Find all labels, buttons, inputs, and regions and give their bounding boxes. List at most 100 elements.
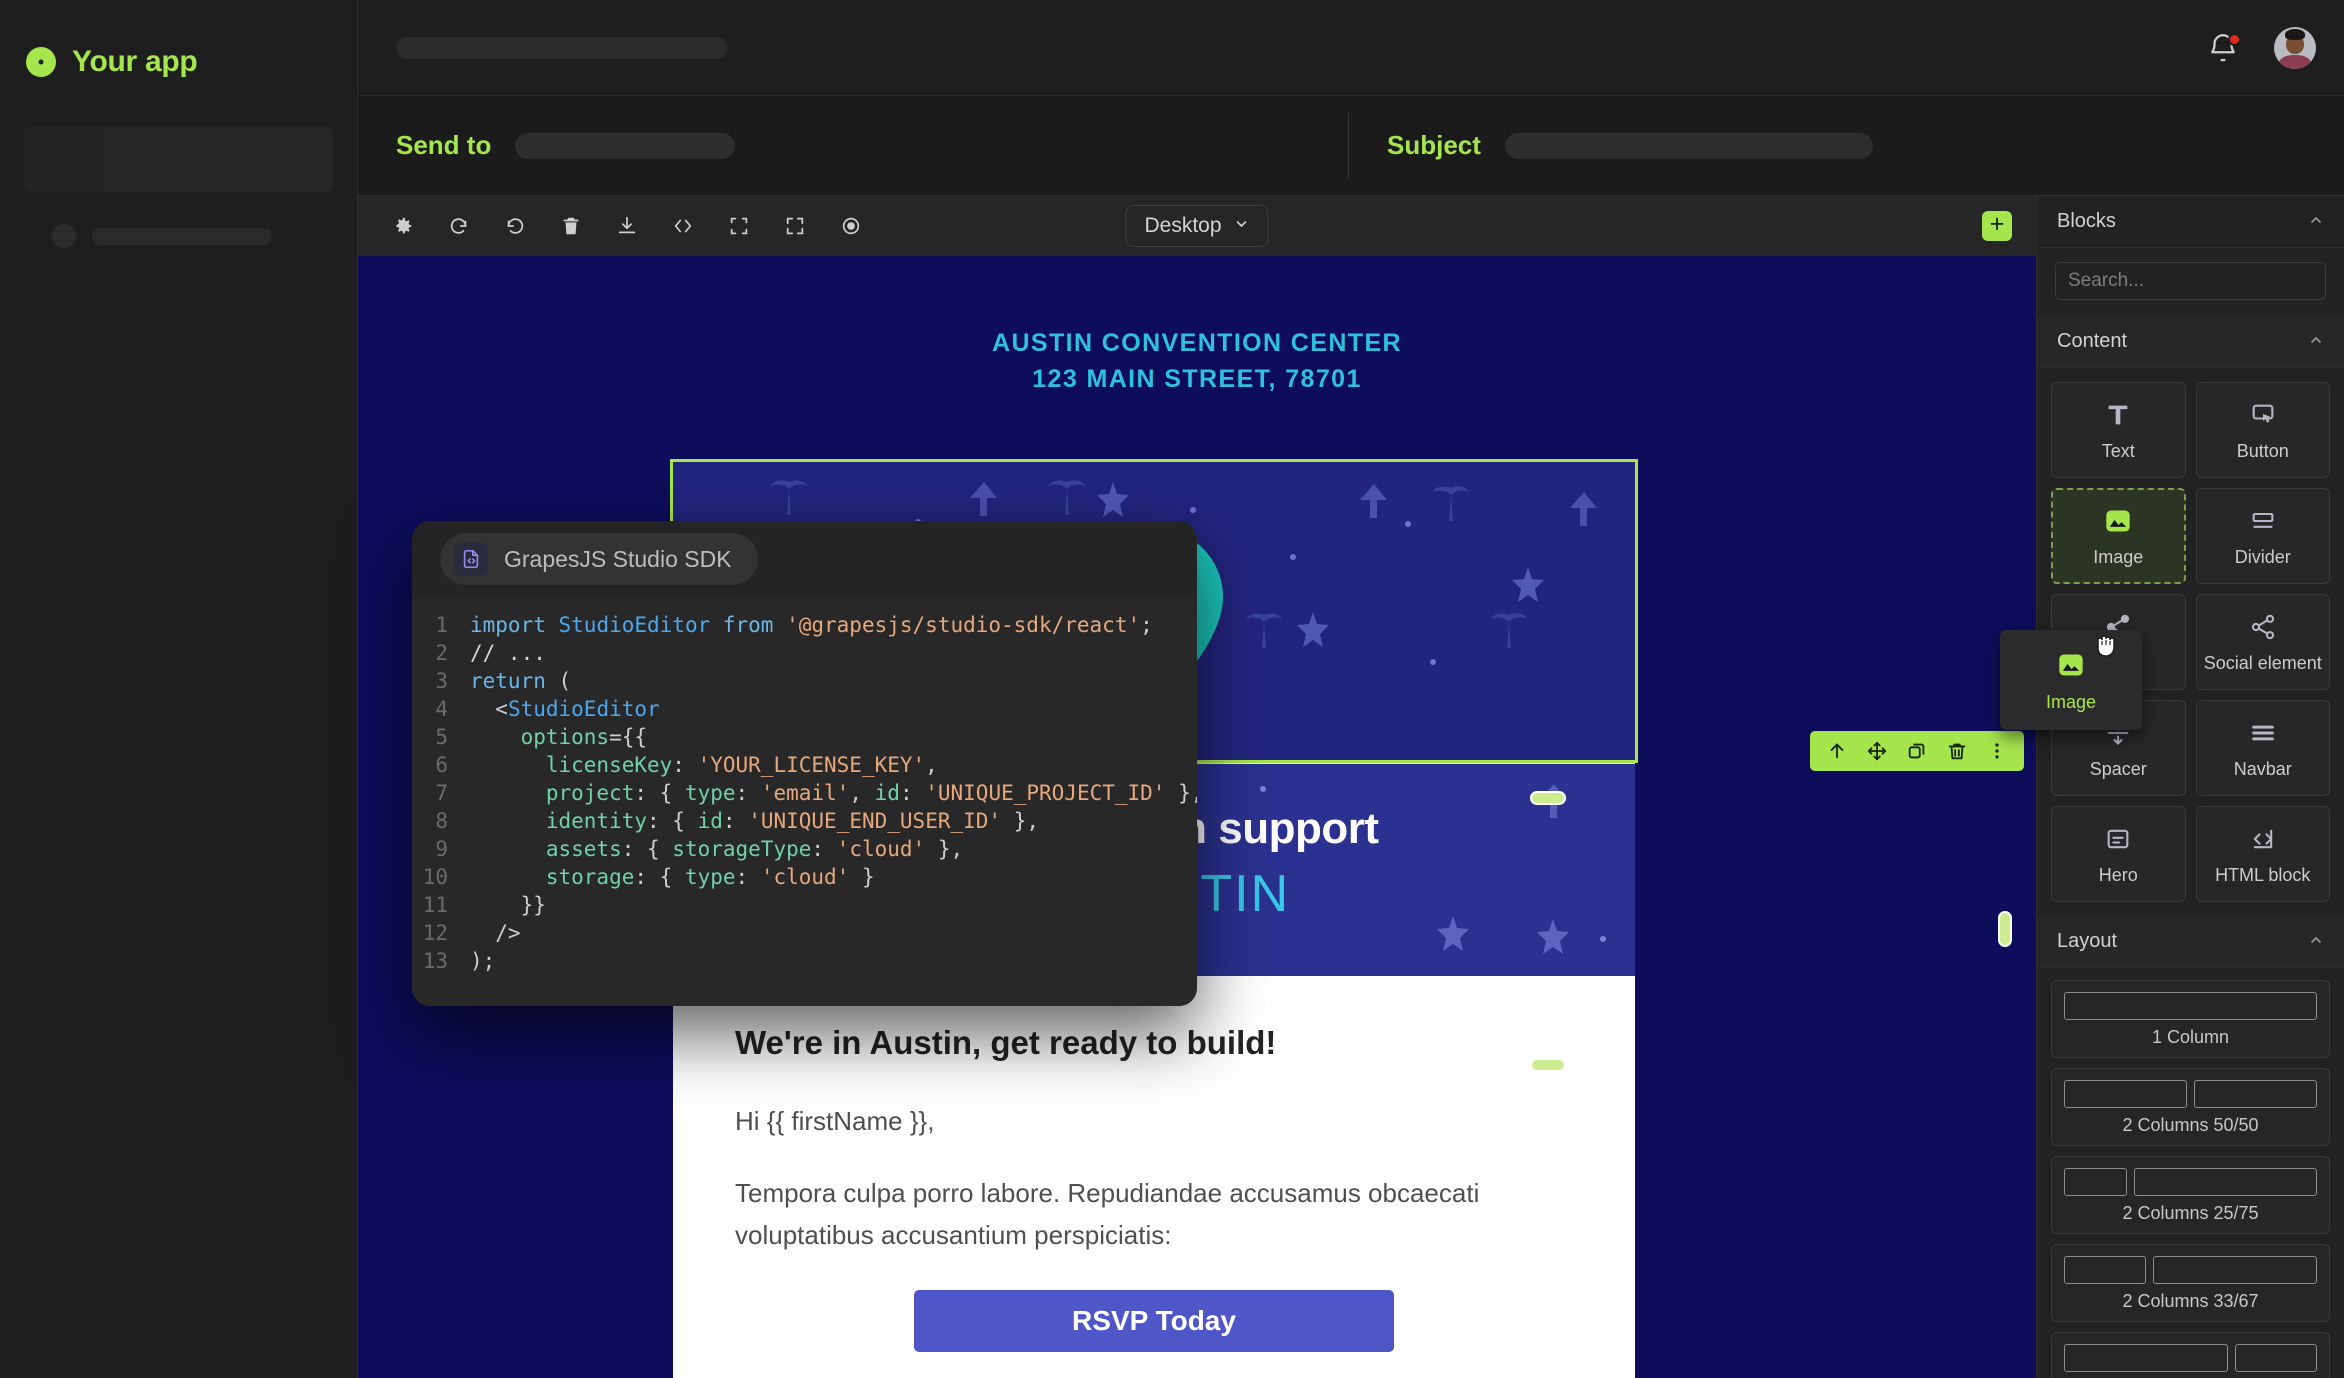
block-html[interactable]: HTML block (2195, 806, 2330, 902)
chevron-up-icon[interactable] (2308, 932, 2324, 952)
code-line: 13); (412, 947, 1197, 975)
block-text[interactable]: Text (2051, 382, 2186, 478)
redo-icon[interactable] (440, 207, 478, 245)
code-line-number: 10 (422, 865, 448, 889)
preview-eye-icon[interactable] (832, 207, 870, 245)
block-hero[interactable]: Hero (2051, 806, 2186, 902)
layout-2-columns-67-33[interactable] (2051, 1332, 2330, 1378)
layout-label: 2 Columns 33/67 (2122, 1291, 2259, 1311)
sidebar-item-placeholder[interactable] (52, 224, 357, 248)
undo-icon[interactable] (496, 207, 534, 245)
device-label: Desktop (1144, 214, 1222, 237)
layout-label: 2 Columns 25/75 (2122, 1203, 2259, 1223)
code-line-content: }} (470, 893, 546, 917)
sidebar-item-label-placeholder (92, 227, 272, 245)
leaf-circle-icon (24, 45, 58, 79)
resize-handle-top[interactable] (1530, 791, 1566, 805)
rsvp-button[interactable]: RSVP Today (914, 1290, 1394, 1353)
divider-icon (2249, 504, 2277, 538)
navbar-icon (2249, 716, 2277, 750)
sidebar-card-placeholder (24, 126, 333, 192)
borders-icon[interactable] (720, 207, 758, 245)
code-line-content: return ( (470, 669, 572, 693)
code-icon[interactable] (664, 207, 702, 245)
code-line-content: storage: { type: 'cloud' } (545, 865, 875, 889)
code-line-number: 8 (435, 809, 448, 833)
breadcrumb-placeholder (396, 36, 728, 59)
avatar[interactable] (2274, 26, 2316, 69)
blocks-section-header[interactable]: Blocks (2037, 196, 2344, 248)
send-to-input[interactable] (515, 132, 736, 159)
canvas-toolbar: Desktop + (358, 196, 2036, 256)
code-editor[interactable]: 1 import StudioEditor from '@grapesjs/stu… (412, 597, 1197, 1006)
code-line-number: 5 (435, 725, 448, 749)
code-line: 9 assets: { storageType: 'cloud' }, (412, 835, 1197, 863)
top-bar (358, 0, 2344, 96)
resize-handle-bottom[interactable] (1530, 1058, 1566, 1072)
block-divider[interactable]: Divider (2195, 488, 2330, 584)
code-line-number: 13 (422, 949, 448, 973)
email-paragraph: Tempora culpa porro labore. Repudiandae … (735, 1178, 1480, 1251)
trash-icon[interactable] (552, 207, 590, 245)
element-toolbar (1810, 731, 2024, 771)
resize-handle-right[interactable] (1998, 911, 2012, 947)
send-to-label: Send to (396, 130, 492, 160)
code-line-number: 3 (435, 669, 448, 693)
code-line: 3 return ( (412, 667, 1197, 695)
email-header-line-2: 123 MAIN STREET, 78701 (1032, 365, 1362, 393)
subject-input[interactable] (1504, 132, 1873, 159)
code-line: 11 }} (412, 891, 1197, 919)
block-label: Button (2236, 441, 2289, 461)
fullscreen-icon[interactable] (776, 207, 814, 245)
content-section-header[interactable]: Content (2037, 316, 2344, 368)
move-icon[interactable] (1860, 734, 1894, 768)
brand[interactable]: Your app (0, 0, 357, 96)
code-line-number: 4 (435, 697, 448, 721)
send-to-group: Send to (358, 130, 1348, 161)
select-parent-icon[interactable] (1820, 734, 1854, 768)
code-line: 5 options={{ (412, 723, 1197, 751)
chevron-up-icon[interactable] (2308, 212, 2324, 232)
compose-bar: Send to Subject (358, 96, 2344, 196)
more-options-icon[interactable] (1980, 734, 2014, 768)
code-line: 6 licenseKey: 'YOUR_LICENSE_KEY', (412, 751, 1197, 779)
email-header-band[interactable]: AUSTIN CONVENTION CENTER 123 MAIN STREET… (358, 256, 2036, 466)
delete-icon[interactable] (1940, 734, 1974, 768)
code-line-number: 7 (435, 781, 448, 805)
code-line: 4 <StudioEditor (412, 695, 1197, 723)
search-input[interactable] (2055, 262, 2326, 300)
layout-label: 1 Column (2151, 1027, 2230, 1047)
layout-section-header[interactable]: Layout (2037, 916, 2344, 968)
code-line-content: options={{ (520, 725, 648, 749)
code-panel-title: GrapesJS Studio SDK (504, 545, 732, 572)
email-copy-block[interactable]: We're in Austin, get ready to build! Hi … (673, 976, 1635, 1378)
download-icon[interactable] (608, 207, 646, 245)
layout-2-columns-25-75[interactable]: 2 Columns 25/75 (2051, 1156, 2330, 1234)
layout-2-columns-50-50[interactable]: 2 Columns 50/50 (2051, 1068, 2330, 1146)
canvas-tool-group (384, 207, 870, 245)
block-label: HTML block (2215, 865, 2311, 885)
hero-icon (2104, 822, 2132, 856)
code-line: 7 project: { type: 'email', id: 'UNIQUE_… (412, 779, 1197, 807)
code-line: 10 storage: { type: 'cloud' } (412, 863, 1197, 891)
block-image[interactable]: Image (2051, 488, 2186, 584)
block-social-element[interactable]: Social element (2195, 594, 2330, 690)
layout-1-column[interactable]: 1 Column (2051, 980, 2330, 1058)
block-button[interactable]: Button (2195, 382, 2330, 478)
button-icon (2249, 398, 2277, 432)
code-panel-header: GrapesJS Studio SDK (412, 521, 1197, 597)
settings-icon[interactable] (384, 207, 422, 245)
chevron-up-icon[interactable] (2308, 332, 2324, 352)
subject-group: Subject (1349, 130, 1873, 161)
block-label: Navbar (2233, 759, 2292, 779)
grabbing-hand-cursor (2092, 628, 2122, 665)
add-block-button[interactable]: + (1982, 211, 2012, 241)
code-panel-title-pill: GrapesJS Studio SDK (440, 533, 758, 585)
copy-icon[interactable] (1900, 734, 1934, 768)
device-selector[interactable]: Desktop (1125, 205, 1269, 247)
layout-2-columns-33-67[interactable]: 2 Columns 33/67 (2051, 1244, 2330, 1322)
block-navbar[interactable]: Navbar (2195, 700, 2330, 796)
html-code-icon (2249, 822, 2277, 856)
bell-icon[interactable] (2206, 31, 2241, 65)
drag-ghost-label: Image (2045, 691, 2097, 712)
